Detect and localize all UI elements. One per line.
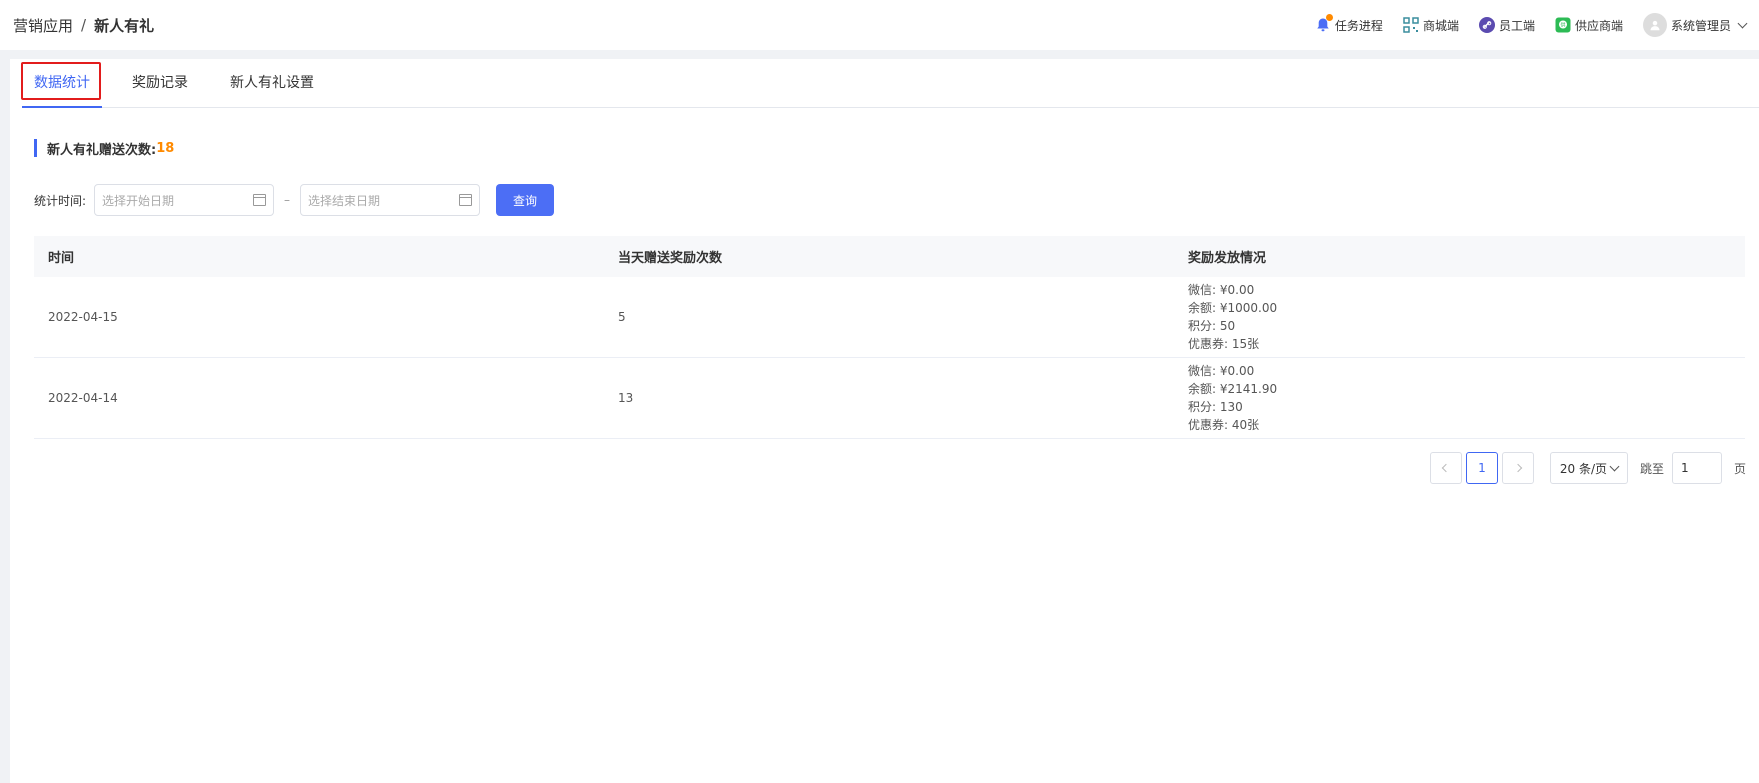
chevron-left-icon — [1441, 463, 1451, 473]
cell-date: 2022-04-15 — [48, 310, 118, 324]
filter-label: 统计时间: — [34, 193, 87, 208]
breadcrumb: 营销应用 / 新人有礼 — [13, 15, 154, 36]
avatar-icon — [1642, 13, 1667, 37]
gift-count-label: 新人有礼赠送次数: — [47, 142, 157, 158]
tab-label: 新人有礼设置 — [230, 75, 314, 91]
prev-page-button[interactable] — [1429, 452, 1462, 484]
pagination: 1 20 条/页 跳至 1 页 — [1429, 452, 1746, 484]
cell-rewards: 微信: ¥0.00 余额: ¥1000.00 积分: 50 优惠券: 15张 — [1174, 281, 1745, 353]
reward-coupons: 优惠券: 40张 — [1188, 418, 1260, 432]
cell-date: 2022-04-14 — [48, 391, 118, 405]
tab-bar: 数据统计 奖励记录 新人有礼设置 — [21, 59, 1759, 108]
jump-label: 跳至 — [1639, 461, 1664, 476]
notification-dot — [1325, 14, 1333, 21]
header-actions: 任务进程 商城端 员工端 供 供应商端 系统管理员 — [1315, 13, 1748, 37]
bell-icon — [1315, 14, 1333, 33]
task-progress-label: 任务进程 — [1334, 18, 1383, 33]
cell-rewards: 微信: ¥0.00 余额: ¥2141.90 积分: 130 优惠券: 40张 — [1174, 362, 1745, 434]
reward-wechat: 微信: ¥0.00 — [1188, 364, 1255, 378]
user-name: 系统管理员 — [1670, 18, 1731, 33]
reward-points: 积分: 130 — [1188, 400, 1243, 414]
chevron-right-icon — [1513, 463, 1523, 473]
end-date-input[interactable]: 选择结束日期 — [300, 184, 481, 216]
table-row: 2022-04-15 5 微信: ¥0.00 余额: ¥1000.00 积分: … — [34, 277, 1745, 358]
qrcode-icon — [1403, 17, 1419, 33]
main-panel: 数据统计 奖励记录 新人有礼设置 新人有礼赠送次数: 18 统计时间: 选择开始… — [10, 59, 1759, 783]
reward-points: 积分: 50 — [1188, 319, 1236, 333]
page-number-button[interactable]: 1 — [1465, 452, 1498, 484]
cell-count: 13 — [618, 391, 634, 405]
reward-wechat: 微信: ¥0.00 — [1188, 283, 1255, 297]
mall-link[interactable]: 商城端 — [1403, 17, 1459, 34]
task-progress-link[interactable]: 任务进程 — [1315, 14, 1383, 34]
title-accent-bar — [34, 139, 37, 157]
reward-coupons: 优惠券: 15张 — [1188, 337, 1260, 351]
highlight-box — [21, 62, 101, 100]
mall-label: 商城端 — [1422, 18, 1459, 33]
stats-table: 时间 当天赠送奖励次数 奖励发放情况 2022-04-15 5 微信: ¥0.0… — [34, 236, 1745, 439]
reward-balance: 余额: ¥2141.90 — [1188, 382, 1278, 396]
supplier-label: 供应商端 — [1574, 18, 1623, 33]
svg-text:供: 供 — [1560, 22, 1565, 29]
query-button[interactable]: 查询 — [496, 184, 555, 216]
end-date-placeholder: 选择结束日期 — [308, 193, 381, 208]
chat-icon: 供 — [1555, 17, 1571, 33]
breadcrumb-separator: / — [81, 16, 87, 34]
left-strip — [0, 50, 10, 783]
top-header: 营销应用 / 新人有礼 任务进程 商城端 员工端 供 供应商端 系统管理员 — [0, 0, 1759, 50]
date-filter: 统计时间: 选择开始日期 – 选择结束日期 查询 — [34, 184, 555, 216]
next-page-button[interactable] — [1501, 452, 1534, 484]
calendar-icon — [253, 194, 267, 206]
column-header-rewards: 奖励发放情况 — [1188, 251, 1267, 266]
gift-count-summary: 新人有礼赠送次数: 18 — [34, 139, 175, 158]
calendar-icon — [459, 194, 473, 206]
start-date-placeholder: 选择开始日期 — [102, 193, 175, 208]
reward-balance: 余额: ¥1000.00 — [1188, 301, 1278, 315]
table-row: 2022-04-14 13 微信: ¥0.00 余额: ¥2141.90 积分:… — [34, 358, 1745, 439]
tab-settings[interactable]: 新人有礼设置 — [218, 59, 326, 107]
chevron-down-icon — [1609, 461, 1620, 471]
column-header-count: 当天赠送奖励次数 — [618, 251, 723, 266]
link-circle-icon — [1478, 17, 1495, 33]
supplier-link[interactable]: 供 供应商端 — [1555, 17, 1623, 34]
gift-count-value: 18 — [156, 140, 175, 156]
page-size-select[interactable]: 20 条/页 — [1549, 452, 1628, 484]
staff-label: 员工端 — [1498, 18, 1535, 33]
jump-page-input[interactable]: 1 — [1671, 452, 1722, 484]
breadcrumb-current: 新人有礼 — [94, 16, 155, 35]
start-date-input[interactable]: 选择开始日期 — [94, 184, 275, 216]
tab-data-stats[interactable]: 数据统计 — [21, 59, 102, 108]
page-size-value: 20 条/页 — [1559, 461, 1608, 476]
date-range-separator: – — [284, 193, 291, 207]
tab-reward-records[interactable]: 奖励记录 — [120, 59, 200, 107]
user-menu[interactable]: 系统管理员 — [1642, 13, 1748, 37]
cell-count: 5 — [618, 310, 626, 324]
tab-label: 奖励记录 — [132, 75, 188, 91]
table-header: 时间 当天赠送奖励次数 奖励发放情况 — [34, 236, 1745, 277]
column-header-date: 时间 — [48, 251, 75, 266]
breadcrumb-parent[interactable]: 营销应用 — [13, 15, 73, 36]
staff-link[interactable]: 员工端 — [1478, 17, 1535, 34]
page-suffix: 页 — [1733, 461, 1746, 476]
chevron-down-icon — [1737, 18, 1748, 28]
